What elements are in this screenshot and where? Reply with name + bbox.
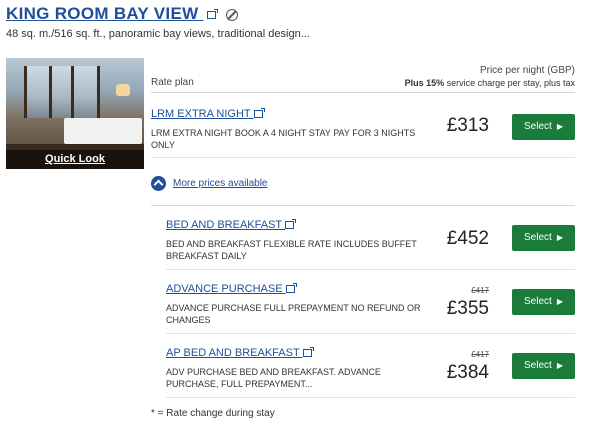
arrow-right-icon: ▶ [556,233,563,242]
rate-description: ADV PURCHASE BED AND BREAKFAST. ADVANCE … [166,367,381,389]
service-charge-percent: Plus 15% [404,78,445,88]
rate-description: LRM EXTRA NIGHT BOOK A 4 NIGHT STAY PAY … [151,128,416,150]
select-button[interactable]: Select ▶ [512,289,575,315]
rate-description: ADVANCE PURCHASE FULL PREPAYMENT NO REFU… [166,303,421,325]
select-button[interactable]: Select ▶ [512,114,575,140]
rate-price: £452 [446,228,489,249]
rate-row-advance-purchase: ADVANCE PURCHASE ADVANCE PURCHASE FULL P… [166,270,575,334]
rate-price: £355 [446,298,489,319]
rate-name-text[interactable]: ADVANCE PURCHASE [166,283,283,295]
more-prices-link[interactable]: More prices available [173,178,268,189]
external-link-icon[interactable] [207,9,219,20]
price-per-night-header: Price per night (GBP) [479,65,575,76]
external-link-icon[interactable] [302,347,314,358]
rate-name-link[interactable]: ADVANCE PURCHASE [166,283,297,295]
chevron-up-circle-icon[interactable] [151,176,166,191]
select-button[interactable]: Select ▶ [512,353,575,379]
photo-bed [64,118,142,144]
arrow-right-icon: ▶ [556,122,563,131]
photo-window [24,66,100,118]
rate-table: Rate plan Price per night (GBP) Plus 15%… [151,58,575,158]
no-smoking-icon [225,9,238,22]
extra-rate-table: BED AND BREAKFAST BED AND BREAKFAST FLEX… [166,206,575,398]
rate-change-footnote: * = Rate change during stay [151,408,275,419]
select-button-label[interactable]: Select [524,232,552,243]
rate-row-bed-and-breakfast: BED AND BREAKFAST BED AND BREAKFAST FLEX… [166,206,575,270]
select-button[interactable]: Select ▶ [512,225,575,251]
original-price: £417 [471,350,489,359]
rate-name-link[interactable]: AP BED AND BREAKFAST [166,347,314,359]
original-price: £417 [471,286,489,295]
service-charge-note: Plus 15% service charge per stay, plus t… [405,78,575,88]
rate-name-link[interactable]: LRM EXTRA NIGHT [151,108,265,120]
rate-table-header: Rate plan Price per night (GBP) Plus 15%… [151,58,575,93]
rate-name-text[interactable]: LRM EXTRA NIGHT [151,108,250,120]
select-button-label[interactable]: Select [524,296,552,307]
quick-look-button[interactable]: Quick Look [6,150,144,169]
select-button-label[interactable]: Select [524,121,552,132]
select-button-label[interactable]: Select [524,360,552,371]
rate-plan-header: Rate plan [151,77,194,88]
rate-row-ap-bed-and-breakfast: AP BED AND BREAKFAST ADV PURCHASE BED AN… [166,334,575,398]
room-description: 48 sq. m./516 sq. ft., panoramic bay vie… [6,28,310,40]
photo-lamp [116,84,130,96]
rate-name-text[interactable]: BED AND BREAKFAST [166,219,282,231]
external-link-icon[interactable] [285,283,297,294]
external-link-icon[interactable] [285,219,297,230]
arrow-right-icon: ▶ [556,361,563,370]
rate-price: £313 [446,115,489,136]
rate-row-lrm-extra-night: LRM EXTRA NIGHT LRM EXTRA NIGHT BOOK A 4… [151,93,575,158]
rate-description: BED AND BREAKFAST FLEXIBLE RATE INCLUDES… [166,239,417,261]
arrow-right-icon: ▶ [556,297,563,306]
service-charge-text: service charge per stay, plus tax [444,78,575,88]
rate-name-text[interactable]: AP BED AND BREAKFAST [166,347,299,359]
title-icons [207,5,238,25]
room-title-text[interactable]: KING ROOM BAY VIEW [6,4,198,23]
rate-name-link[interactable]: BED AND BREAKFAST [166,219,297,231]
room-title[interactable]: KING ROOM BAY VIEW [6,4,238,25]
external-link-icon[interactable] [253,108,265,119]
rate-price: £384 [446,362,489,383]
